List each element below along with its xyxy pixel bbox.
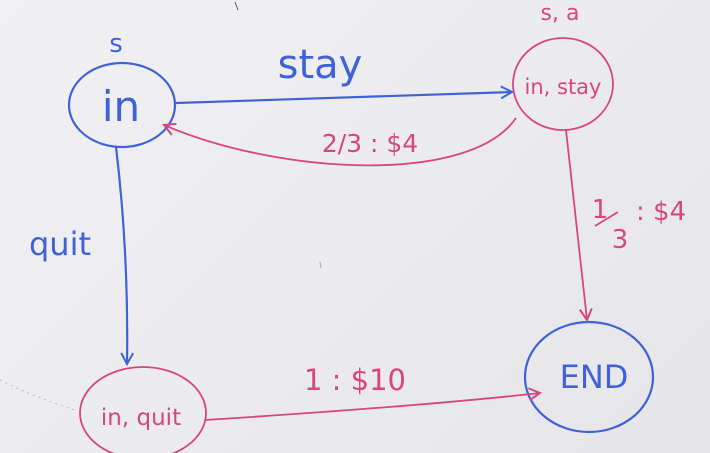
mdp-diagram: s s, a in in, stay in, quit END stay 2/3… <box>0 1 686 453</box>
quit-end-arrow <box>204 393 540 421</box>
state-in-label: in <box>102 82 140 131</box>
board-mark <box>319 261 322 269</box>
quit-end-label: 1 : $10 <box>304 363 406 397</box>
stay-end-arrow <box>565 129 587 320</box>
quit-arrow <box>114 146 127 364</box>
stay-end-reward: : $4 <box>636 197 686 227</box>
return-label: 2/3 : $4 <box>322 129 418 158</box>
whiteboard: s s, a in in, stay in, quit END stay 2/3… <box>0 0 710 453</box>
stay-end-label: 1 3 : $4 <box>592 195 686 255</box>
end-state-label: END <box>560 358 629 396</box>
fraction-denominator: 3 <box>612 225 629 255</box>
chance-in-quit-label: in, quit <box>101 405 181 431</box>
board-mark <box>234 1 239 11</box>
chance-in-stay-label: in, stay <box>525 75 602 99</box>
stay-arrow <box>175 92 512 105</box>
state-header: s <box>109 29 123 59</box>
board-mark <box>0 379 76 411</box>
stay-label: stay <box>278 42 363 88</box>
fraction-numerator: 1 <box>592 195 609 225</box>
quit-label: quit <box>29 225 91 263</box>
q-state-header: s, a <box>541 1 580 26</box>
